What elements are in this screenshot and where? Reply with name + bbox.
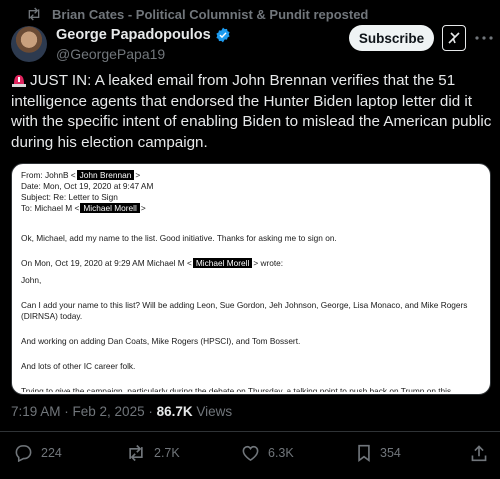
email-paragraph: Trying to give the campaign, particularl…	[21, 386, 452, 395]
heart-icon	[242, 445, 259, 462]
action-bar: 224 2.7K 6.3K 354	[0, 444, 500, 468]
like-button[interactable]: 6.3K	[241, 444, 294, 462]
share-icon	[471, 445, 487, 462]
siren-emoji-icon	[11, 73, 27, 87]
bookmark-button[interactable]: 354	[356, 444, 401, 462]
tweet-meta: 7:19 AM · Feb 2, 2025 · 86.7K Views	[11, 404, 232, 419]
tweet-body: JUST IN: A leaked email from John Brenna…	[11, 72, 492, 151]
bookmark-count: 354	[380, 446, 401, 460]
avatar[interactable]	[11, 26, 47, 62]
like-count: 6.3K	[268, 446, 294, 460]
email-quote-header: On Mon, Oct 19, 2020 at 9:29 AM Michael …	[21, 258, 284, 268]
grok-icon[interactable]	[442, 25, 466, 51]
timestamp[interactable]: 7:19 AM · Feb 2, 2025 ·	[11, 404, 157, 419]
repost-label: Brian Cates - Political Columnist & Pund…	[52, 6, 369, 22]
reply-icon	[15, 445, 32, 462]
redaction-bar: Michael Morell	[80, 203, 140, 213]
divider	[0, 431, 500, 432]
repost-count: 2.7K	[154, 446, 180, 460]
email-subject: Subject: Re: Letter to Sign	[21, 192, 118, 202]
email-greeting: John,	[21, 275, 42, 285]
bookmark-icon	[358, 444, 370, 462]
repost-button[interactable]: 2.7K	[126, 444, 180, 462]
email-paragraph: And working on adding Dan Coats, Mike Ro…	[21, 336, 301, 346]
redaction-bar: John Brennan	[76, 170, 135, 180]
author-name[interactable]: George Papadopoulos	[56, 27, 211, 43]
email-paragraph: Can I add your name to this list? Will b…	[21, 300, 468, 321]
views-label: Views	[192, 404, 233, 419]
repost-icon	[129, 444, 143, 462]
repost-indicator[interactable]: Brian Cates - Political Columnist & Pund…	[26, 6, 368, 22]
email-screenshot-image[interactable]: From: JohnB < John Brennan > Date: Mon, Oc…	[11, 163, 491, 395]
verified-badge-icon	[215, 27, 231, 43]
reply-count: 224	[41, 446, 62, 460]
views-count: 86.7K	[156, 404, 193, 419]
author-handle[interactable]: @GeorgePapa19	[56, 46, 231, 62]
redaction-bar: Michael Morell	[192, 258, 253, 268]
email-body-line: Ok, Michael, add my name to the list. Go…	[21, 233, 337, 243]
email-from: From: JohnB < John Brennan >	[21, 170, 141, 180]
more-options-icon[interactable]	[474, 28, 494, 48]
email-paragraph: And lots of other IC career folk.	[21, 361, 136, 371]
email-to: To: Michael M < Michael Morell >	[21, 203, 146, 213]
share-button[interactable]	[470, 444, 496, 462]
subscribe-button[interactable]: Subscribe	[349, 25, 434, 51]
reply-button[interactable]: 224	[14, 444, 62, 462]
email-date: Date: Mon, Oct 19, 2020 at 9:47 AM	[21, 181, 154, 191]
tweet-text: JUST IN: A leaked email from John Brenna…	[11, 71, 493, 153]
repost-icon	[26, 6, 42, 22]
author-block[interactable]: George Papadopoulos @GeorgePapa19	[56, 27, 231, 62]
